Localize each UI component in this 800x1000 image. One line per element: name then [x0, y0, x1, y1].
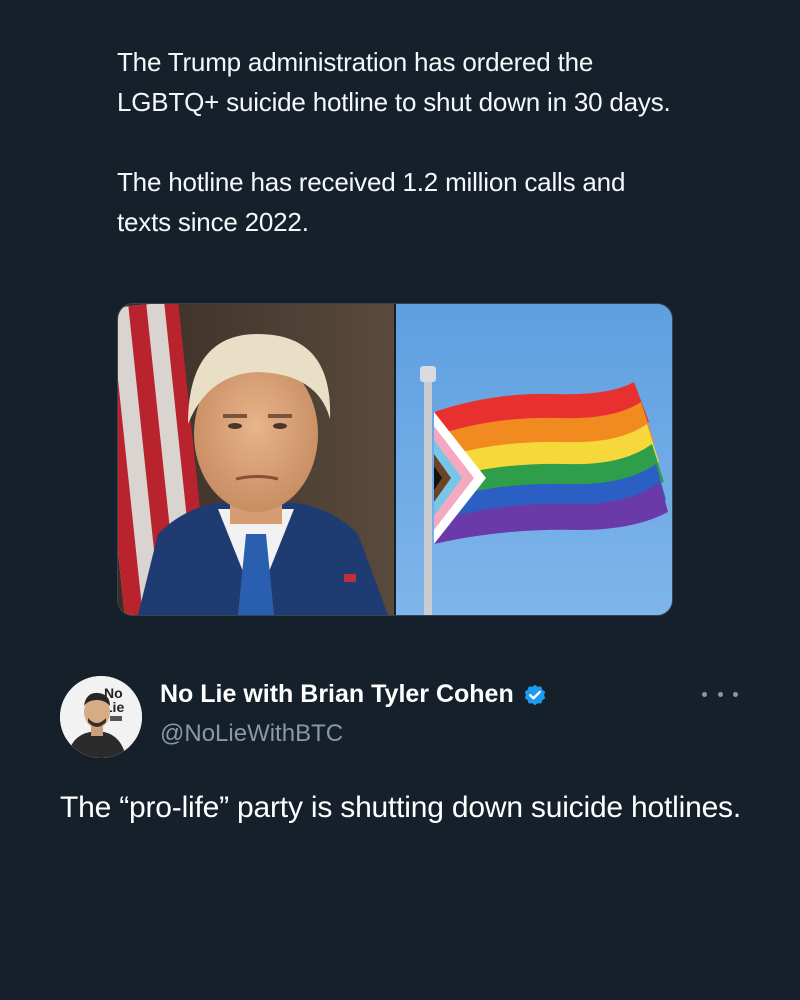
more-dot-icon	[733, 691, 738, 697]
more-dot-icon	[717, 691, 723, 697]
author-handle[interactable]: @NoLieWithBTC	[160, 720, 343, 748]
media-grid	[117, 303, 673, 616]
quoted-paragraph-2: The hotline has received 1.2 million cal…	[117, 167, 626, 237]
portrait-photo[interactable]	[118, 304, 394, 615]
author-name[interactable]: No Lie with Brian Tyler Cohen	[160, 680, 514, 709]
progress-pride-flag-photo[interactable]	[396, 304, 672, 615]
progress-pride-flag-image	[396, 304, 672, 615]
verified-badge-icon	[524, 684, 545, 705]
portrait-photo-image	[118, 304, 394, 615]
quoted-paragraph-1: The Trump administration has ordered the…	[117, 47, 671, 117]
author-avatar[interactable]: No Lie	[60, 676, 142, 758]
author-name-row[interactable]: No Lie with Brian Tyler Cohen	[160, 680, 548, 709]
more-dot-icon	[702, 691, 707, 697]
avatar-image: No Lie	[60, 676, 142, 758]
post-text: The “pro-life” party is shutting down su…	[60, 791, 741, 824]
more-options-button[interactable]	[702, 684, 738, 704]
post-header: No Lie No Lie with Brian Tyler Cohen @No…	[60, 672, 750, 762]
quoted-post-text: The Trump administration has ordered the…	[117, 42, 677, 242]
